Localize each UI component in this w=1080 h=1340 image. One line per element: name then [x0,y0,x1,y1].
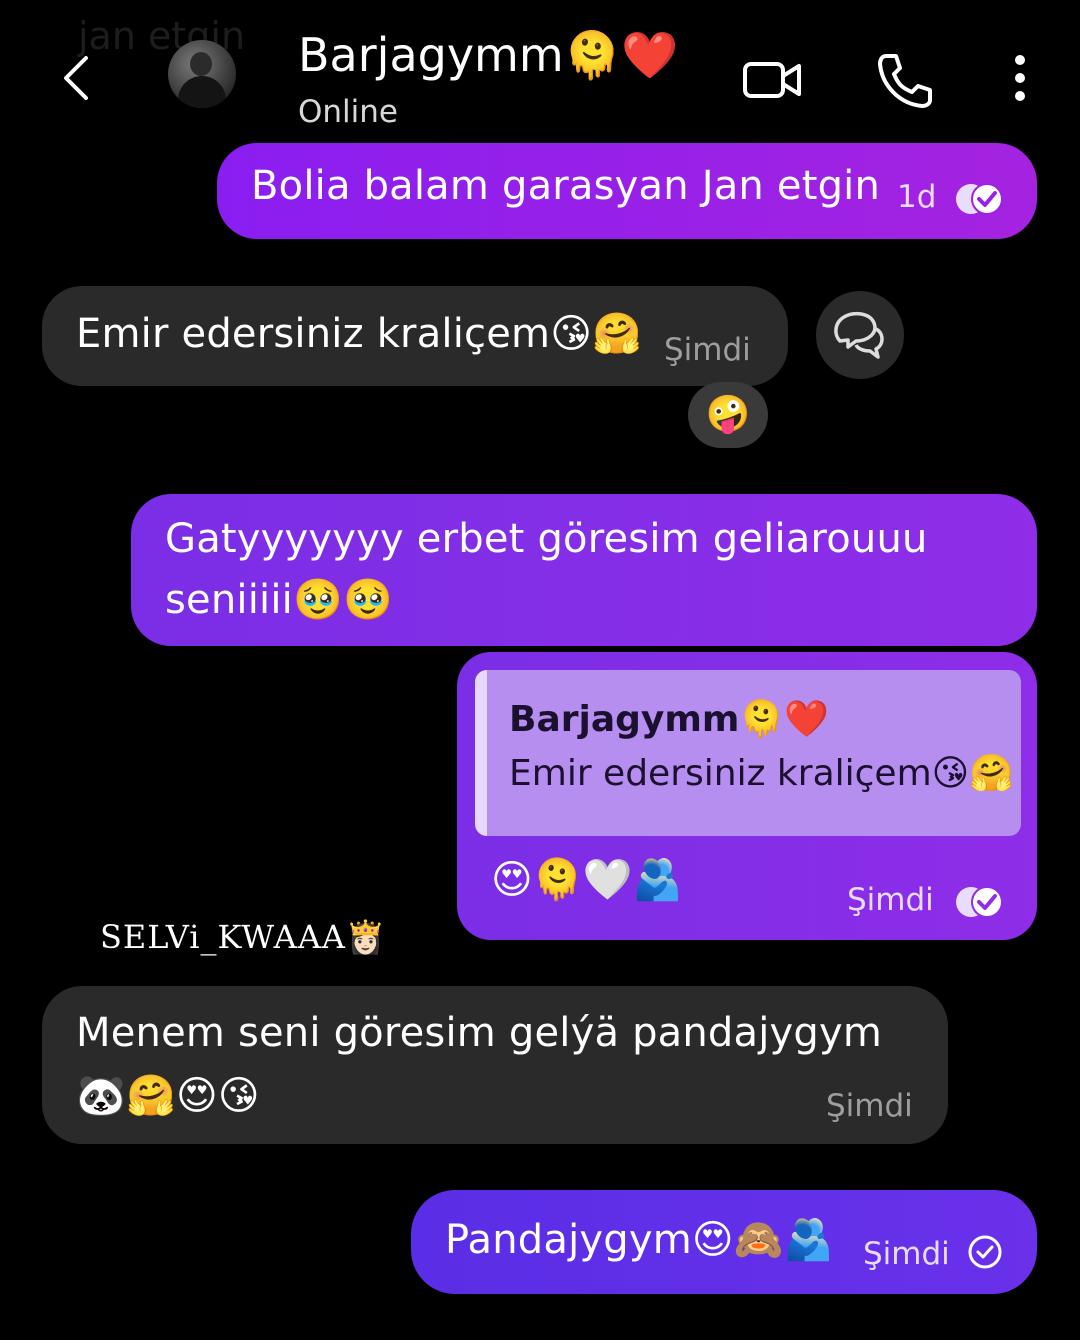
message-bubble-outgoing[interactable]: Gatyyyyyyy erbet göresim geliarouuu seni… [131,494,1037,646]
message-text: Bolia balam garasyan Jan etgin [251,163,881,209]
more-vertical-icon[interactable] [988,48,1052,112]
message-bubble-outgoing[interactable]: Bolia balam garasyan Jan etgin 1d [217,143,1037,239]
watermark: SELVi_KWAAA👸🏻 [100,918,387,956]
reply-icon[interactable] [816,291,904,379]
back-arrow-icon[interactable] [56,52,104,104]
message-text: Emir edersiniz kraliçem😘🤗 [76,311,643,357]
message-time: 1d [897,179,937,215]
double-check-icon [953,884,1005,920]
message-reaction[interactable]: 🤪 [688,382,768,448]
message-text: Pandajygym😍🙈🫂 [445,1217,834,1263]
contact-name-emoji: 🫠❤️ [563,28,679,82]
quoted-text: Emir edersiniz kraliçem😘🤗 [509,753,1015,794]
message-bubble-reply[interactable]: Barjagymm🫠❤️ Emir edersiniz kraliçem😘🤗 😍… [457,652,1037,940]
message-bubble-outgoing[interactable]: Pandajygym😍🙈🫂 Şimdi [411,1190,1037,1294]
quoted-sender: Barjagymm🫠❤️ [509,699,830,740]
quote-bar [475,670,487,836]
message-bubble-incoming[interactable]: Emir edersiniz kraliçem😘🤗 Şimdi [42,286,788,386]
phone-icon[interactable] [872,48,936,112]
message-bubble-incoming[interactable]: Menem seni göresim gelýä pandajygym 🐼🤗😍😘… [42,986,948,1144]
message-time: Şimdi [847,882,934,918]
message-time: Şimdi [664,332,751,368]
double-check-icon [953,181,1005,217]
message-text-line1: Menem seni göresim gelýä pandajygym [76,1010,883,1056]
quoted-message[interactable]: Barjagymm🫠❤️ Emir edersiniz kraliçem😘🤗 [475,670,1021,836]
video-call-icon[interactable] [740,48,804,112]
avatar[interactable] [168,40,236,108]
message-time: Şimdi [863,1236,950,1272]
check-circle-icon [967,1234,1003,1270]
online-status: Online [298,94,398,130]
contact-name-text: Barjagymm [298,28,564,82]
message-emoji: 🐼🤗😍😘 [76,1073,260,1119]
message-emoji: 😍🫠🤍🫂 [491,857,683,903]
message-text-line1: Gatyyyyyyy erbet göresim geliarouuu [165,516,928,562]
contact-name[interactable]: Barjagymm🫠❤️ [298,28,678,83]
message-time: Şimdi [826,1088,913,1124]
message-text-line2: seniiiii🥹🥹 [165,577,393,623]
